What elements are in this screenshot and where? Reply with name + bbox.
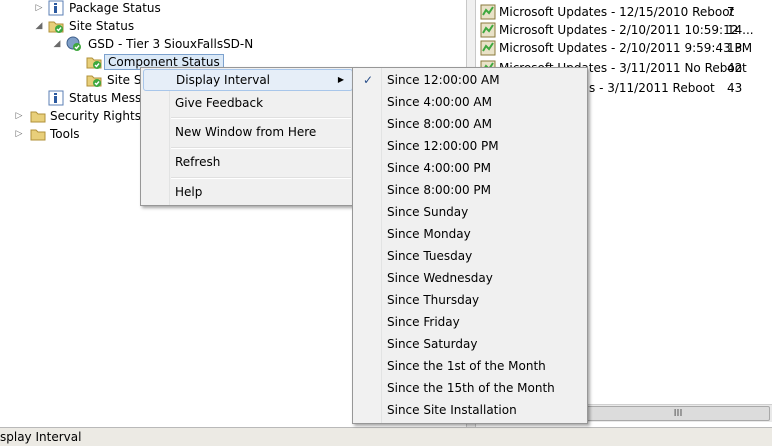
- submenu-item-label: Since Site Installation: [387, 403, 517, 417]
- folder-icon: [30, 126, 46, 142]
- info-icon: [48, 0, 64, 16]
- server-check-icon: [66, 36, 82, 52]
- submenu-item-since-1st-of-month[interactable]: Since the 1st of the Month: [355, 355, 585, 377]
- menu-item-label: Display Interval: [176, 73, 271, 87]
- submenu-item-label: Since 4:00:00 PM: [387, 161, 492, 175]
- submenu-item-label: Since 8:00:00 PM: [387, 183, 492, 197]
- list-item-count: 13: [727, 41, 743, 55]
- list-item-name: Microsoft Updates - 2/10/2011 10:59:12 .…: [499, 23, 754, 37]
- scrollbar-grip: III: [673, 408, 683, 419]
- submenu-item-label: Since the 15th of the Month: [387, 381, 555, 395]
- list-item-count: 43: [727, 81, 743, 95]
- tree-item-label: GSD - Tier 3 SiouxFallsSD-N: [88, 37, 254, 51]
- submenu-item-since-wednesday[interactable]: Since Wednesday: [355, 267, 585, 289]
- tree-item-label: Site Status: [69, 19, 135, 33]
- submenu-item-label: Since 4:00:00 AM: [387, 95, 492, 109]
- submenu-item-label: Since 8:00:00 AM: [387, 117, 492, 131]
- submenu-arrow-icon: ▶: [337, 75, 344, 84]
- submenu-item-label: Since Monday: [387, 227, 471, 241]
- menu-separator: [171, 117, 351, 119]
- submenu-item-label: Since 12:00:00 PM: [387, 139, 499, 153]
- status-text: splay Interval: [0, 430, 82, 444]
- tree-item-site-status[interactable]: ◢ Site Status: [0, 17, 460, 35]
- submenu-item-since-sunday[interactable]: Since Sunday: [355, 201, 585, 223]
- list-item-count: 14: [727, 23, 743, 37]
- submenu-item-label: Since Friday: [387, 315, 460, 329]
- list-item-name: s - 3/11/2011 Reboot: [589, 81, 715, 95]
- submenu-item-since-monday[interactable]: Since Monday: [355, 223, 585, 245]
- scrollbar-thumb[interactable]: III: [586, 406, 770, 421]
- submenu-item-label: Since Wednesday: [387, 271, 493, 285]
- list-item[interactable]: Microsoft Updates - 12/15/2010 Reboot 7: [480, 3, 770, 21]
- update-package-icon: [480, 4, 496, 20]
- menu-separator: [171, 177, 351, 179]
- tree-item-label: Package Status: [69, 1, 161, 15]
- menu-item-label: Help: [175, 185, 203, 199]
- info-icon: [48, 90, 64, 106]
- list-item[interactable]: Microsoft Updates - 2/10/2011 9:59:43 PM…: [480, 39, 770, 57]
- submenu-item-since-15th-of-month[interactable]: Since the 15th of the Month: [355, 377, 585, 399]
- expand-arrow-icon[interactable]: ▷: [14, 107, 24, 125]
- menu-item-display-interval[interactable]: Display Interval ▶: [143, 69, 353, 91]
- submenu-item-since-site-installation[interactable]: Since Site Installation: [355, 399, 585, 421]
- tree-item-site-server[interactable]: ◢ GSD - Tier 3 SiouxFallsSD-N: [0, 35, 460, 53]
- menu-item-label: Give Feedback: [175, 96, 264, 110]
- submenu-item-since-saturday[interactable]: Since Saturday: [355, 333, 585, 355]
- menu-item-give-feedback[interactable]: Give Feedback: [143, 92, 353, 114]
- list-item-name: Microsoft Updates - 2/10/2011 9:59:43 PM: [499, 41, 753, 55]
- submenu-item-since-8pm[interactable]: Since 8:00:00 PM: [355, 179, 585, 201]
- tree-item-label: Security Rights: [50, 109, 141, 123]
- submenu-item-label: Since Tuesday: [387, 249, 473, 263]
- menu-item-help[interactable]: Help: [143, 181, 353, 203]
- display-interval-submenu: ✓ Since 12:00:00 AM Since 4:00:00 AM Sin…: [352, 67, 588, 424]
- submenu-item-since-4am[interactable]: Since 4:00:00 AM: [355, 91, 585, 113]
- update-package-icon: [480, 40, 496, 56]
- submenu-item-since-thursday[interactable]: Since Thursday: [355, 289, 585, 311]
- status-bar: splay Interval: [0, 427, 772, 446]
- submenu-item-label: Since 12:00:00 AM: [387, 73, 500, 87]
- tree-item-package-status[interactable]: ▷ Package Status: [0, 0, 460, 17]
- submenu-item-label: Since the 1st of the Month: [387, 359, 546, 373]
- collapse-arrow-icon[interactable]: ◢: [34, 17, 44, 35]
- list-item-count: 7: [727, 5, 735, 19]
- menu-item-label: Refresh: [175, 155, 221, 169]
- checkmark-icon: ✓: [363, 73, 374, 87]
- tree-item-status-message[interactable]: Status Messag: [0, 89, 156, 107]
- tree-item-site-systems[interactable]: Site Sy: [0, 71, 149, 89]
- update-package-icon: [480, 22, 496, 38]
- submenu-item-since-friday[interactable]: Since Friday: [355, 311, 585, 333]
- menu-item-refresh[interactable]: Refresh: [143, 151, 353, 173]
- submenu-item-label: Since Saturday: [387, 337, 478, 351]
- expand-arrow-icon[interactable]: ▷: [34, 0, 44, 17]
- submenu-item-since-8am[interactable]: Since 8:00:00 AM: [355, 113, 585, 135]
- submenu-item-since-tuesday[interactable]: Since Tuesday: [355, 245, 585, 267]
- list-item-count: 42: [727, 61, 743, 75]
- submenu-item-label: Since Thursday: [387, 293, 480, 307]
- submenu-item-since-4pm[interactable]: Since 4:00:00 PM: [355, 157, 585, 179]
- menu-separator: [171, 147, 351, 149]
- submenu-item-since-12pm[interactable]: Since 12:00:00 PM: [355, 135, 585, 157]
- folder-check-icon: [86, 54, 102, 70]
- context-menu: Display Interval ▶ Give Feedback New Win…: [140, 67, 356, 206]
- submenu-item-since-12am[interactable]: ✓ Since 12:00:00 AM: [355, 69, 585, 91]
- folder-check-icon: [48, 18, 64, 34]
- tree-item-label: Tools: [50, 127, 80, 141]
- folder-check-icon: [86, 72, 102, 88]
- submenu-item-label: Since Sunday: [387, 205, 469, 219]
- list-item-name: Microsoft Updates - 12/15/2010 Reboot: [499, 5, 735, 19]
- collapse-arrow-icon[interactable]: ◢: [52, 35, 62, 53]
- tree-item-security-rights[interactable]: ▷ Security Rights: [0, 107, 141, 125]
- folder-icon: [30, 108, 46, 124]
- menu-item-new-window[interactable]: New Window from Here: [143, 121, 353, 143]
- tree-item-tools[interactable]: ▷ Tools: [0, 125, 140, 143]
- menu-item-label: New Window from Here: [175, 125, 317, 139]
- list-item[interactable]: Microsoft Updates - 2/10/2011 10:59:12 .…: [480, 21, 770, 39]
- expand-arrow-icon[interactable]: ▷: [14, 125, 24, 143]
